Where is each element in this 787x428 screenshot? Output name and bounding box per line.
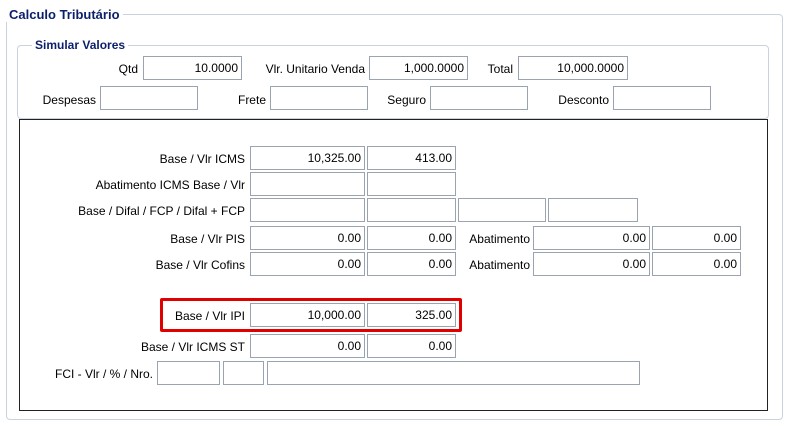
cofins-vlr-field[interactable]: [367, 252, 456, 276]
fci-pct-field[interactable]: [223, 361, 264, 385]
simular-valores-legend: Simular Valores: [32, 38, 129, 52]
cofins-label: Base / Vlr Cofins: [155, 258, 245, 272]
qtd-field[interactable]: [143, 56, 242, 80]
seguro-label: Seguro: [387, 93, 426, 107]
ipi-base-field[interactable]: [250, 303, 365, 327]
pis-abatimento-label: Abatimento: [469, 232, 530, 246]
total-label: Total: [487, 62, 513, 76]
abatimento-icms-base-field[interactable]: [250, 172, 365, 196]
icms-st-vlr-field[interactable]: [367, 334, 456, 358]
despesas-field[interactable]: [100, 86, 198, 110]
difal-fcp-field[interactable]: [548, 198, 638, 222]
cofins-abatimento-label: Abatimento: [469, 258, 530, 272]
total-field[interactable]: [518, 56, 628, 80]
fci-label: FCI - Vlr / % / Nro.: [54, 367, 153, 381]
cofins-base-field[interactable]: [250, 252, 365, 276]
ipi-label: Base / Vlr IPI: [174, 309, 245, 323]
icms-base-field[interactable]: [250, 146, 365, 170]
calculo-tributario-legend: Calculo Tributário: [6, 7, 123, 22]
fci-nro-field[interactable]: [267, 361, 640, 385]
pis-abatimento-1-field[interactable]: [533, 226, 650, 250]
vlr-unitario-venda-label: Vlr. Unitario Venda: [265, 62, 365, 76]
pis-abatimento-2-field[interactable]: [652, 226, 741, 250]
abatimento-icms-vlr-field[interactable]: [367, 172, 456, 196]
pis-label: Base / Vlr PIS: [170, 232, 245, 246]
icms-st-base-field[interactable]: [250, 334, 365, 358]
despesas-label: Despesas: [42, 93, 96, 107]
difal-base-field[interactable]: [250, 198, 365, 222]
vlr-unitario-venda-field[interactable]: [369, 56, 468, 80]
difal-field[interactable]: [367, 198, 456, 222]
seguro-field[interactable]: [430, 86, 528, 110]
ipi-vlr-field[interactable]: [367, 303, 456, 327]
pis-base-field[interactable]: [250, 226, 365, 250]
frete-label: Frete: [237, 93, 266, 107]
fcp-field[interactable]: [458, 198, 546, 222]
qtd-label: Qtd: [118, 62, 138, 76]
cofins-abatimento-1-field[interactable]: [533, 252, 650, 276]
frete-field[interactable]: [270, 86, 368, 110]
fci-vlr-field[interactable]: [157, 361, 220, 385]
icms-st-label: Base / Vlr ICMS ST: [140, 340, 245, 354]
desconto-field[interactable]: [613, 86, 711, 110]
desconto-label: Desconto: [558, 93, 609, 107]
icms-vlr-field[interactable]: [367, 146, 456, 170]
pis-vlr-field[interactable]: [367, 226, 456, 250]
difal-label: Base / Difal / FCP / Difal + FCP: [78, 204, 245, 218]
abatimento-icms-label: Abatimento ICMS Base / Vlr: [95, 178, 245, 192]
icms-label: Base / Vlr ICMS: [159, 152, 245, 166]
cofins-abatimento-2-field[interactable]: [652, 252, 741, 276]
